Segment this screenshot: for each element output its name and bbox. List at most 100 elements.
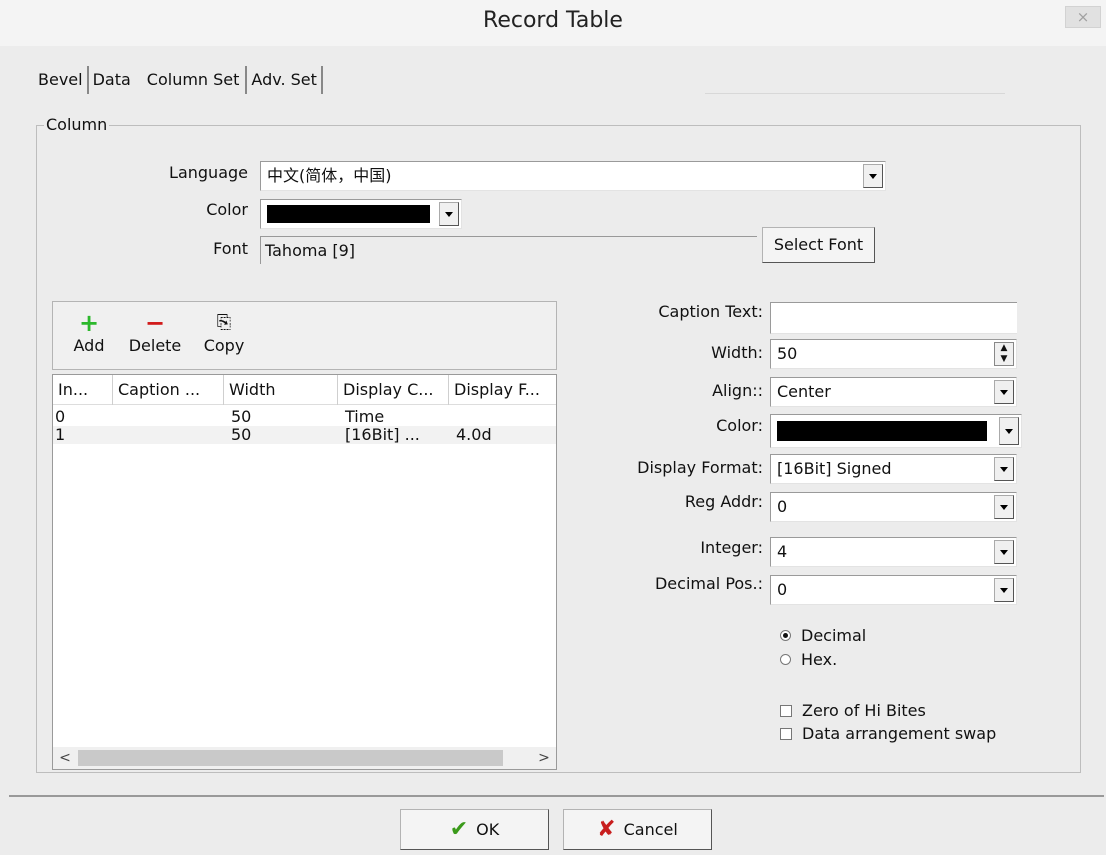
radio-decimal-label: Decimal [801,626,867,645]
width-label: Width: [711,343,763,362]
close-icon: × [1076,8,1090,26]
cell-width: 50 [231,407,252,426]
align-select[interactable]: Center [770,377,1017,407]
header-width[interactable]: Width [224,375,338,405]
column-list[interactable]: In... Caption ... Width Display C... Dis… [52,374,557,770]
add-label: Add [73,336,105,355]
footer-divider [9,795,1104,797]
header-display-format[interactable]: Display F... [449,375,556,405]
tab-column-set[interactable]: Column Set [135,66,248,94]
cancel-button[interactable]: ✘ Cancel [563,809,712,850]
chevron-down-icon[interactable] [994,495,1014,519]
checkbox-zero-hi-bites-label: Zero of Hi Bites [802,701,926,720]
integer-select[interactable]: 4 [770,537,1017,567]
tab-bevel[interactable]: Bevel [38,66,89,94]
caption-text-label: Caption Text: [658,302,763,321]
font-label: Font [213,239,248,258]
checkbox-zero-hi-bites-box[interactable] [780,704,792,717]
header-index[interactable]: In... [53,375,113,405]
radio-decimal-indicator[interactable] [780,630,791,641]
delete-label: Delete [128,336,182,355]
reg-addr-select[interactable]: 0 [770,492,1017,522]
decimal-pos-select[interactable]: 0 [770,575,1017,605]
ok-button[interactable]: ✔ OK [400,809,549,850]
checkmark-icon: ✔ [449,817,469,842]
add-button[interactable]: + Add [67,310,111,355]
reg-addr-value: 0 [777,497,788,516]
display-format-select[interactable]: [16Bit] Signed [770,454,1017,484]
caption-text-input[interactable] [770,302,1017,334]
scroll-right-icon[interactable]: > [534,748,554,768]
scroll-left-icon[interactable]: < [55,748,75,768]
header-caption[interactable]: Caption ... [113,375,224,405]
column-color-picker[interactable] [770,414,1022,448]
header-display-content[interactable]: Display C... [338,375,449,405]
table-row[interactable]: 1 50 [16Bit] ... 4.0d [53,426,556,444]
ok-label: OK [476,820,500,839]
table-row[interactable]: 0 50 Time [53,408,556,426]
cross-icon: ✘ [597,817,616,842]
display-format-value: [16Bit] Signed [777,459,892,478]
copy-button[interactable]: ⎘ Copy [199,310,249,355]
cancel-label: Cancel [623,820,678,839]
language-label: Language [169,163,248,182]
align-label: Align:: [712,381,763,400]
chevron-down-icon[interactable] [994,540,1014,564]
language-value: 中文(简体，中国) [267,166,392,185]
column-color-swatch [777,421,987,441]
integer-label: Integer: [700,538,763,557]
integer-value: 4 [777,542,788,561]
checkbox-zero-hi-bites[interactable]: Zero of Hi Bites [780,701,926,720]
decimal-pos-value: 0 [777,580,788,599]
tab-adv-set[interactable]: Adv. Set [247,66,323,94]
add-icon: + [78,309,100,337]
radio-decimal[interactable]: Decimal [780,626,866,645]
language-select[interactable]: 中文(简体，中国) [260,161,886,191]
list-toolbar: + Add − Delete ⎘ Copy [52,301,557,370]
copy-icon: ⎘ [216,312,232,333]
spinner-arrows-icon[interactable]: ▲ ▼ [994,342,1014,366]
cell-display-format: 4.0d [456,425,492,444]
decimal-pos-label: Decimal Pos.: [654,574,763,593]
chevron-down-icon[interactable] [863,164,883,188]
chevron-down-icon[interactable] [994,578,1014,602]
copy-label: Copy [203,336,245,355]
chevron-down-icon[interactable] [439,202,459,226]
column-group-label: Column [44,115,110,134]
window-title: Record Table [483,8,623,33]
reg-addr-label: Reg Addr: [684,492,763,511]
chevron-down-icon[interactable] [994,380,1014,404]
color-picker[interactable] [260,199,462,229]
tab-divider [705,93,1005,94]
list-header: In... Caption ... Width Display C... Dis… [53,375,556,405]
display-format-label: Display Format: [637,458,763,477]
color-swatch [267,205,430,223]
cell-display-content: [16Bit] ... [345,425,420,444]
checkbox-data-swap[interactable]: Data arrangement swap [780,724,996,743]
delete-icon: − [144,309,166,337]
close-button[interactable]: × [1065,6,1101,28]
width-value: 50 [777,344,798,363]
tab-data[interactable]: Data [89,66,135,94]
scroll-thumb[interactable] [78,750,503,766]
width-spinner[interactable]: 50 ▲ ▼ [770,339,1017,369]
radio-hex[interactable]: Hex. [780,650,837,669]
align-value: Center [777,382,831,401]
radio-hex-indicator[interactable] [780,654,791,665]
select-font-button[interactable]: Select Font [762,227,875,263]
cell-index: 0 [55,407,66,426]
radio-hex-label: Hex. [801,650,838,669]
checkbox-data-swap-label: Data arrangement swap [802,724,997,743]
cell-index: 1 [55,425,66,444]
tab-bar: Bevel Data Column Set Adv. Set [38,66,323,94]
chevron-down-icon[interactable] [994,457,1014,481]
font-value: Tahoma [9] [260,236,757,264]
color-label: Color [206,200,248,219]
chevron-down-icon[interactable] [999,417,1019,445]
cell-width: 50 [231,425,252,444]
checkbox-data-swap-box[interactable] [780,727,792,740]
cell-display-content: Time [345,407,385,426]
color-prop-label: Color: [716,416,763,435]
delete-button[interactable]: − Delete [123,310,187,355]
horizontal-scrollbar[interactable]: < > [53,747,556,769]
